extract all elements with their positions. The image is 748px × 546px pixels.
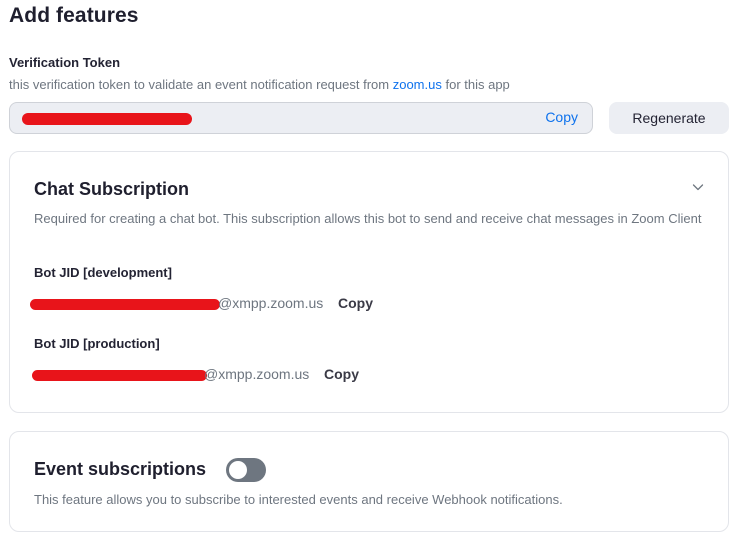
verification-token-field[interactable]: Copy [9,102,593,134]
verification-token-label: Verification Token [9,55,121,70]
bot-jid-development-label: Bot JID [development] [34,265,172,280]
description-text-suffix: for this app [441,77,510,92]
chat-subscription-card: Chat Subscription Required for creating … [9,151,729,413]
chat-subscription-title: Chat Subscription [34,179,190,199]
bot-jid-development-copy-button[interactable]: Copy [338,295,373,311]
jid-production-redaction-mark [32,370,207,381]
bot-jid-development-value: @xmpp.zoom.us [218,295,324,311]
event-subscriptions-card: Event subscriptions This feature allows … [9,431,729,532]
token-copy-button[interactable]: Copy [545,109,578,125]
regenerate-button[interactable]: Regenerate [609,102,729,134]
chat-subscription-description: Required for creating a chat bot. This s… [34,211,702,226]
event-subscriptions-description: This feature allows you to subscribe to … [34,492,563,507]
bot-jid-production-label: Bot JID [production] [34,336,160,351]
bot-jid-production-value: @xmpp.zoom.us [204,366,310,382]
chevron-down-icon[interactable] [692,181,704,193]
token-redaction-mark [22,113,192,125]
page-title: Add features [9,4,139,27]
description-text-prefix: this verification token to validate an e… [9,77,393,92]
toggle-knob [229,461,247,479]
event-subscriptions-title: Event subscriptions [34,459,207,479]
jid-development-redaction-mark [30,299,220,310]
event-subscriptions-toggle[interactable] [226,458,266,482]
bot-jid-production-copy-button[interactable]: Copy [324,366,359,382]
bot-jid-production-row: @xmpp.zoom.us Copy [30,366,390,386]
bot-jid-development-row: @xmpp.zoom.us Copy [30,295,390,315]
verification-token-description: this verification token to validate an e… [9,77,510,92]
zoom-us-link[interactable]: zoom.us [393,77,442,92]
